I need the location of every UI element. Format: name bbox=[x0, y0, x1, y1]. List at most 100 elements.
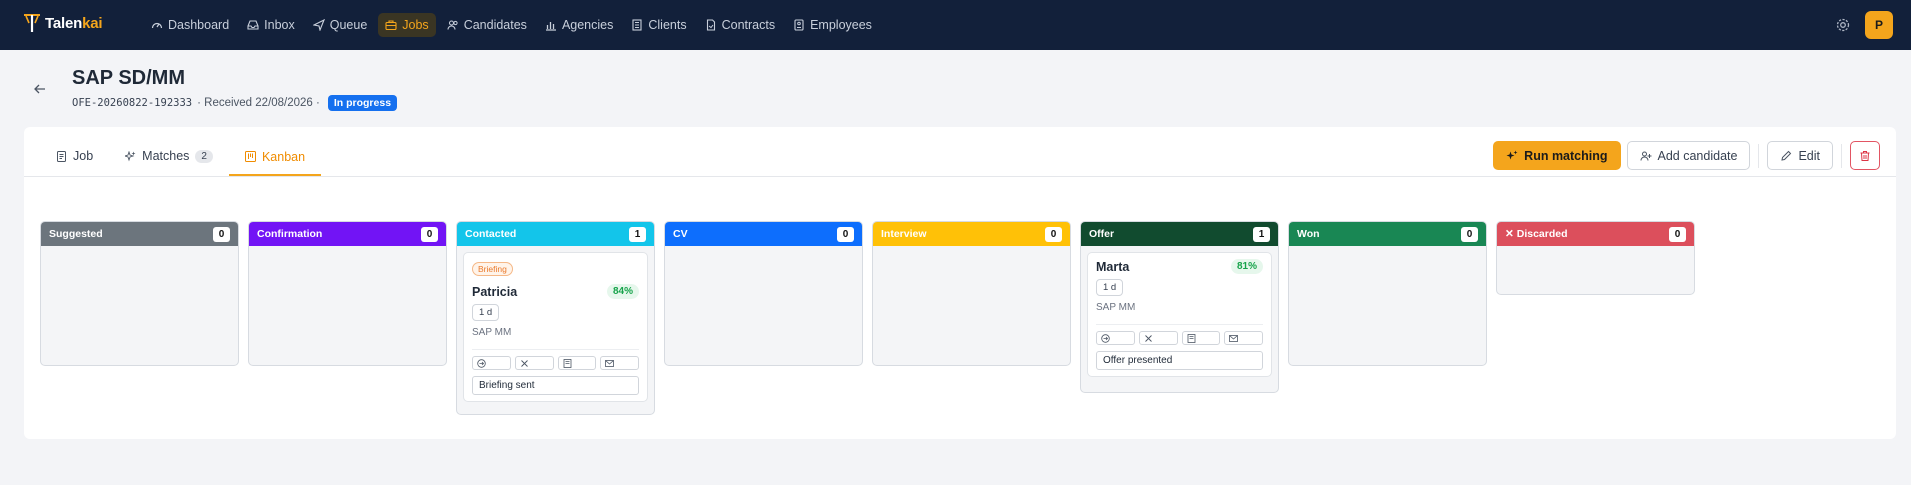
matches-count: 2 bbox=[195, 149, 213, 163]
kanban-column-suggested: Suggested 0 bbox=[40, 221, 239, 366]
email-button[interactable] bbox=[600, 356, 639, 370]
candidate-name[interactable]: Marta bbox=[1096, 260, 1129, 274]
column-title: Interview bbox=[881, 228, 927, 240]
email-button[interactable] bbox=[1224, 331, 1263, 345]
actions-divider bbox=[1841, 143, 1842, 168]
tab-kanban[interactable]: Kanban bbox=[228, 139, 322, 176]
gear-icon[interactable] bbox=[1835, 17, 1851, 33]
kanban-icon bbox=[244, 151, 256, 162]
kanban-column-won: Won 0 bbox=[1288, 221, 1487, 366]
column-title: Suggested bbox=[49, 228, 103, 240]
nav-item-agencies[interactable]: Agencies bbox=[538, 13, 620, 37]
column-header: CV 0 bbox=[665, 222, 862, 246]
nav-item-candidates[interactable]: Candidates bbox=[440, 13, 534, 37]
column-header: Contacted 1 bbox=[457, 222, 654, 246]
tab-job[interactable]: Job bbox=[40, 139, 109, 173]
job-meta: OFE-20260822-192333 · Received 22/08/202… bbox=[72, 95, 398, 111]
discarded-x-icon: ✕ bbox=[1505, 228, 1514, 240]
discard-button[interactable] bbox=[1138, 331, 1178, 345]
advance-button[interactable] bbox=[1096, 331, 1135, 345]
pencil-icon bbox=[1781, 150, 1792, 161]
job-code: OFE-20260822-192333 bbox=[72, 97, 193, 109]
file-icon bbox=[706, 19, 715, 31]
delete-button[interactable] bbox=[1850, 141, 1880, 170]
card-note: Briefing sent bbox=[472, 376, 639, 395]
job-actions: Run matching Add candidate Edit bbox=[1493, 141, 1880, 170]
add-candidate-label: Add candidate bbox=[1657, 148, 1738, 163]
brand-name: Talenkai bbox=[45, 14, 103, 32]
column-count: 0 bbox=[1669, 226, 1686, 242]
nav-item-label: Inbox bbox=[264, 18, 295, 32]
candidate-card[interactable]: Marta 81% 1 d SAP MM Offer presented bbox=[1087, 252, 1272, 377]
advance-button[interactable] bbox=[472, 356, 511, 370]
column-header: Offer 1 bbox=[1081, 222, 1278, 246]
column-header: Won 0 bbox=[1289, 222, 1486, 246]
candidate-role: SAP MM bbox=[472, 327, 512, 338]
stage-tag: Briefing bbox=[472, 262, 513, 276]
candidate-name[interactable]: Patricia bbox=[472, 285, 517, 299]
column-title: Won bbox=[1297, 228, 1320, 240]
nav-item-inbox[interactable]: Inbox bbox=[240, 13, 302, 37]
kanban-column-discarded: ✕ Discarded 0 bbox=[1496, 221, 1695, 295]
nav-item-dashboard[interactable]: Dashboard bbox=[144, 13, 236, 37]
add-candidate-button[interactable]: Add candidate bbox=[1626, 141, 1751, 170]
top-navbar: Talenkai Dashboard Inbox Queue Jobs Cand… bbox=[0, 0, 1911, 50]
nav-item-label: Agencies bbox=[561, 18, 614, 32]
nav-item-label: Jobs bbox=[402, 18, 429, 32]
tab-label: Kanban bbox=[261, 149, 306, 164]
column-title: ✕ Discarded bbox=[1505, 228, 1568, 240]
kanban-column-confirmation: Confirmation 0 bbox=[248, 221, 447, 366]
run-matching-button[interactable]: Run matching bbox=[1493, 141, 1621, 170]
note-icon bbox=[1187, 333, 1195, 343]
match-score: 81% bbox=[1230, 259, 1263, 274]
nav-item-jobs[interactable]: Jobs bbox=[378, 13, 436, 37]
nav-item-contracts[interactable]: Contracts bbox=[698, 13, 783, 37]
sparkles-icon bbox=[125, 150, 136, 161]
candidate-card[interactable]: Briefing Patricia 84% 1 d SAP MM Briefin… bbox=[463, 252, 648, 402]
trash-icon bbox=[1860, 150, 1870, 161]
tab-label: Matches bbox=[142, 149, 190, 163]
discard-button[interactable] bbox=[514, 356, 554, 370]
nav-item-queue[interactable]: Queue bbox=[306, 13, 375, 37]
notes-button[interactable] bbox=[557, 356, 597, 370]
page-title: SAP SD/MM bbox=[72, 67, 185, 89]
card-actions bbox=[472, 349, 639, 370]
column-header: Suggested 0 bbox=[41, 222, 238, 246]
building-icon bbox=[632, 19, 642, 31]
nav-item-label: Employees bbox=[810, 18, 872, 32]
match-score: 84% bbox=[606, 284, 639, 299]
notes-button[interactable] bbox=[1181, 331, 1221, 345]
kanban-column-interview: Interview 0 bbox=[872, 221, 1071, 366]
column-header: Interview 0 bbox=[873, 222, 1070, 246]
column-count: 1 bbox=[1253, 226, 1270, 242]
arrow-right-circle-icon bbox=[477, 358, 486, 368]
sparkles-icon bbox=[1506, 150, 1518, 159]
column-title: Offer bbox=[1089, 228, 1115, 240]
brand-logo[interactable]: Talenkai bbox=[22, 12, 103, 34]
column-count: 0 bbox=[421, 226, 438, 242]
card-actions bbox=[1096, 324, 1263, 345]
close-icon bbox=[1144, 334, 1152, 342]
back-arrow-icon[interactable] bbox=[33, 82, 47, 96]
mail-icon bbox=[1229, 334, 1239, 342]
document-icon bbox=[57, 150, 66, 162]
column-title: CV bbox=[673, 228, 688, 240]
edit-button[interactable]: Edit bbox=[1767, 141, 1833, 170]
tab-matches[interactable]: Matches 2 bbox=[109, 139, 229, 173]
nav-item-label: Clients bbox=[648, 18, 687, 32]
dashboard-icon bbox=[151, 22, 163, 29]
tab-label: Job bbox=[73, 149, 94, 163]
column-title: Contacted bbox=[465, 228, 517, 240]
chart-icon bbox=[545, 22, 556, 31]
user-avatar[interactable]: P bbox=[1865, 11, 1893, 39]
column-title-text: Discarded bbox=[1516, 228, 1568, 240]
column-count: 0 bbox=[213, 226, 230, 242]
column-body: Marta 81% 1 d SAP MM Offer presented bbox=[1081, 246, 1278, 383]
nav-right: P bbox=[1835, 11, 1893, 39]
nav-item-employees[interactable]: Employees bbox=[786, 13, 879, 37]
briefcase-icon bbox=[385, 20, 397, 31]
run-matching-label: Run matching bbox=[1524, 148, 1608, 163]
nav-item-clients[interactable]: Clients bbox=[624, 13, 693, 37]
card-header-row: Marta 81% bbox=[1096, 259, 1263, 274]
received-date: · Received 22/08/2026 · bbox=[197, 97, 320, 109]
